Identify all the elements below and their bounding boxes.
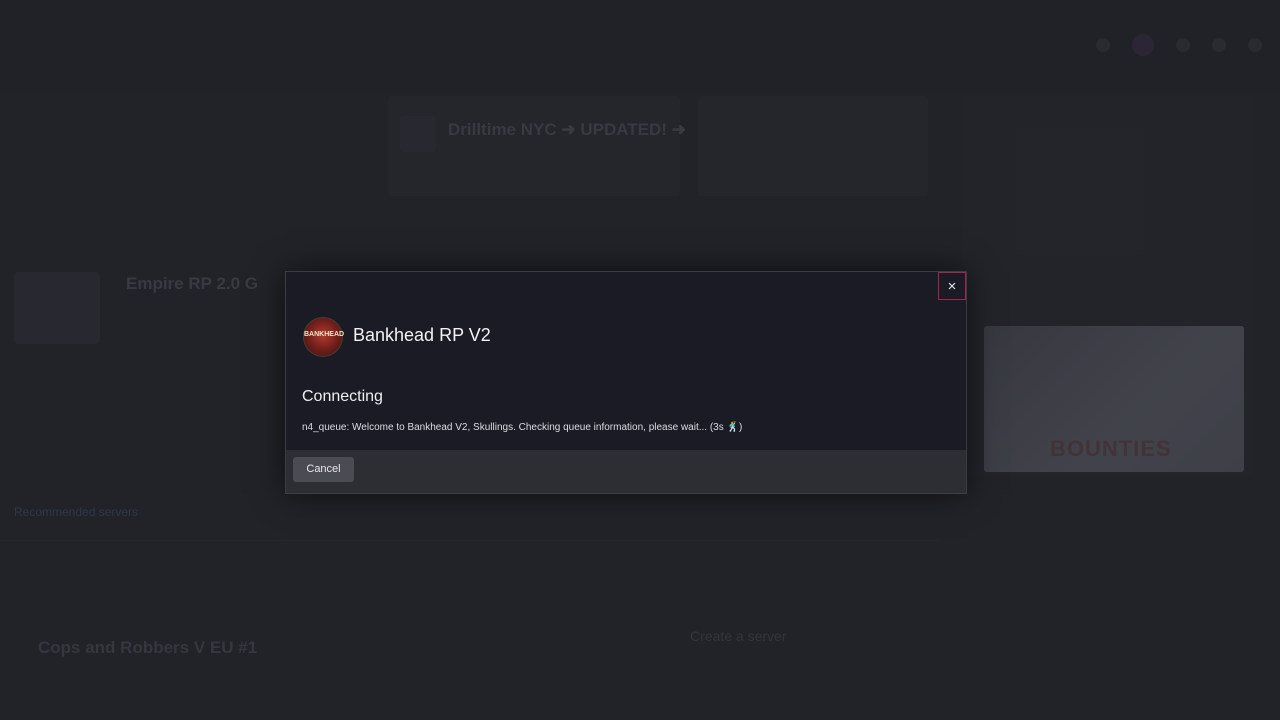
server-name: Bankhead RP V2 [353,325,491,345]
status-title: Connecting [302,388,383,405]
connect-dialog: × BANKHEAD Bankhead RP V2 Connecting n4_… [285,271,967,494]
server-logo-text: BANKHEAD [304,331,345,338]
close-button[interactable]: × [938,272,966,300]
server-logo: BANKHEAD [303,317,345,357]
cancel-button[interactable]: Cancel [293,457,354,482]
dialog-footer: Cancel [286,450,966,493]
status-message: n4_queue: Welcome to Bankhead V2, Skulli… [302,422,743,433]
